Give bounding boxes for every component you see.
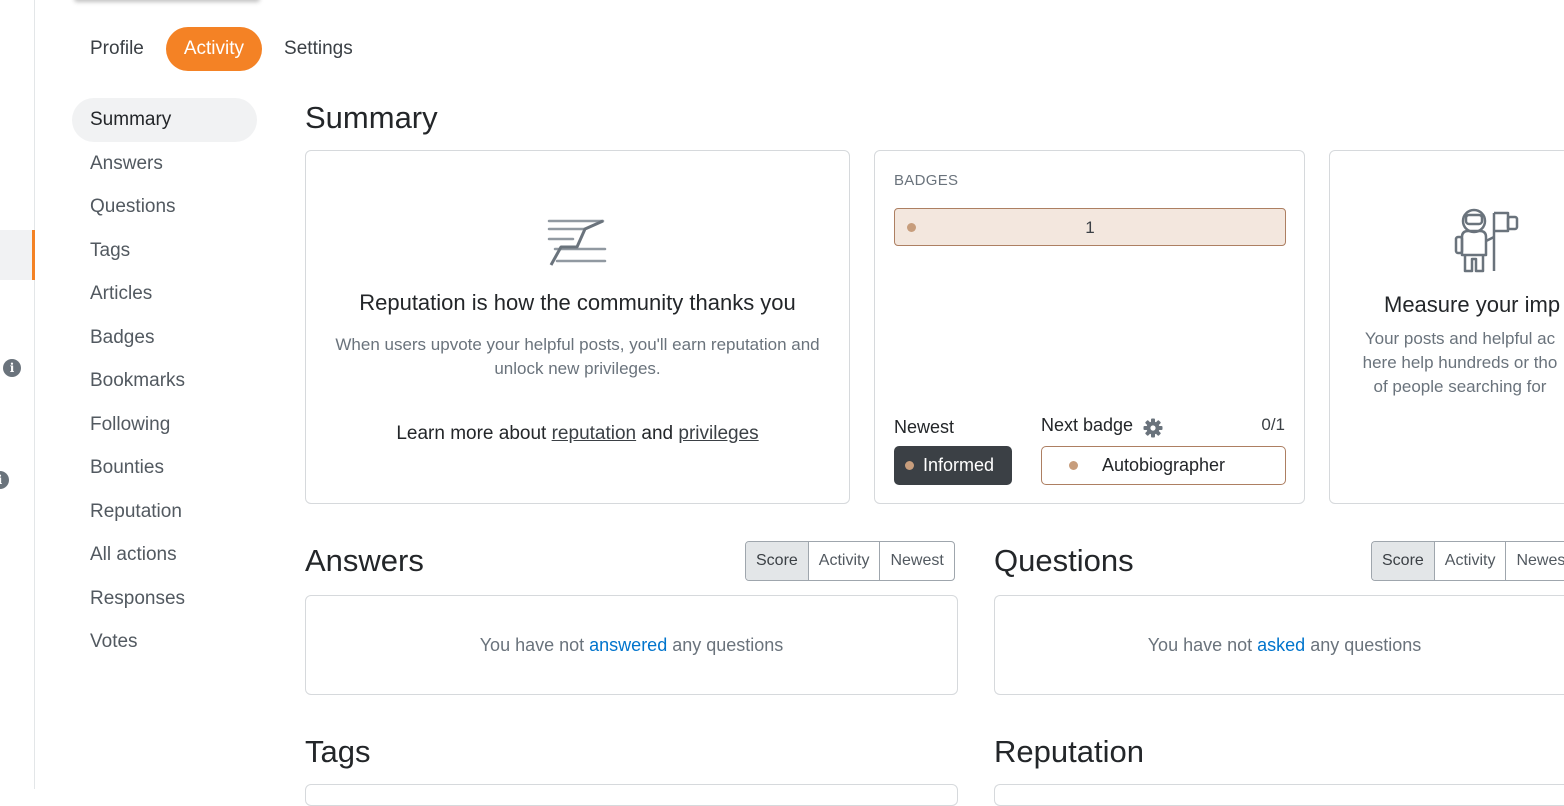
activity-side-nav: Summary Answers Questions Tags Articles … — [72, 98, 257, 664]
reputation-heading: Reputation — [994, 734, 1144, 769]
answers-sort-activity[interactable]: Activity — [807, 542, 880, 580]
next-badge-progress: 0/1 — [1261, 415, 1285, 434]
side-nav-bounties[interactable]: Bounties — [72, 446, 257, 490]
badges-label: BADGES — [894, 172, 959, 189]
side-nav-bookmarks[interactable]: Bookmarks — [72, 359, 257, 403]
next-badge-label: Next badge — [1041, 415, 1134, 435]
reputation-card-bottom — [994, 784, 1564, 806]
side-nav-summary[interactable]: Summary — [72, 98, 257, 142]
tab-activity[interactable]: Activity — [165, 27, 263, 71]
and-text: and — [641, 423, 674, 444]
left-strip-active-item[interactable] — [0, 230, 35, 280]
side-nav-reputation[interactable]: Reputation — [72, 490, 257, 534]
side-nav-tags[interactable]: Tags — [72, 229, 257, 273]
bronze-badge-icon — [905, 461, 914, 470]
impact-desc-line: here help hundreds or tho — [1362, 353, 1558, 372]
empty-prefix: You have not — [479, 635, 585, 655]
side-nav-following[interactable]: Following — [72, 403, 257, 447]
newest-badge-label: Newest — [894, 417, 955, 437]
impact-card-description: Your posts and helpful ac here help hund… — [1330, 327, 1564, 399]
bronze-badge-icon — [1069, 461, 1078, 470]
bronze-badge-count-bar[interactable]: 1 — [894, 208, 1286, 246]
newest-badge-name: Informed — [923, 455, 995, 475]
answers-heading: Answers — [305, 543, 424, 578]
privileges-link[interactable]: privileges — [678, 423, 758, 444]
questions-sort-score[interactable]: Score — [1372, 542, 1434, 580]
side-nav-votes[interactable]: Votes — [72, 620, 257, 664]
answers-sort-group: Score Activity Newest — [745, 541, 955, 581]
side-nav-articles[interactable]: Articles — [72, 272, 257, 316]
side-nav-answers[interactable]: Answers — [72, 142, 257, 186]
profile-tabs: Profile Activity Settings — [72, 27, 371, 71]
bronze-badge-count: 1 — [1085, 218, 1095, 237]
side-nav-responses[interactable]: Responses — [72, 577, 257, 621]
answers-sort-newest[interactable]: Newest — [879, 542, 953, 580]
reputation-learn-more: Learn more about reputation and privileg… — [306, 423, 849, 445]
reputation-card-title: Reputation is how the community thanks y… — [359, 290, 796, 315]
reputation-card: Reputation is how the community thanks y… — [305, 150, 850, 504]
reputation-chart-icon — [547, 215, 607, 272]
tab-settings[interactable]: Settings — [266, 27, 371, 71]
questions-sort-activity[interactable]: Activity — [1433, 542, 1506, 580]
empty-suffix: any questions — [1310, 635, 1422, 655]
empty-suffix: any questions — [672, 635, 784, 655]
impact-desc-line: Your posts and helpful ac — [1364, 329, 1556, 348]
empty-prefix: You have not — [1147, 635, 1253, 655]
next-badge-pill[interactable]: Autobiographer — [1041, 446, 1286, 485]
left-sidebar-strip: i i — [0, 0, 35, 789]
side-nav-questions[interactable]: Questions — [72, 185, 257, 229]
side-nav-badges[interactable]: Badges — [72, 316, 257, 360]
tags-card — [305, 784, 958, 806]
impact-card-title: Measure your imp — [1384, 292, 1561, 317]
tags-heading: Tags — [305, 734, 371, 769]
badges-card: BADGES 1 Newest Next badge 0/1 Informed — [874, 150, 1305, 504]
next-badge-name: Autobiographer — [1101, 455, 1226, 475]
info-icon[interactable]: i — [3, 359, 21, 377]
questions-sort-group: Score Activity Newes — [1371, 541, 1564, 581]
summary-heading: Summary — [305, 100, 438, 135]
asked-link[interactable]: asked — [1257, 635, 1305, 655]
answers-empty-state: You have not answered any questions — [305, 595, 958, 695]
learn-more-text: Learn more about — [396, 423, 547, 444]
side-nav-all-actions[interactable]: All actions — [72, 533, 257, 577]
tab-profile[interactable]: Profile — [72, 27, 162, 71]
gear-icon[interactable] — [1143, 418, 1163, 443]
info-icon[interactable]: i — [0, 471, 9, 489]
impact-card: Measure your imp Your posts and helpful … — [1329, 150, 1564, 504]
questions-empty-state: You have not asked any questions — [994, 595, 1564, 695]
answered-link[interactable]: answered — [589, 635, 667, 655]
questions-heading: Questions — [994, 543, 1134, 578]
reputation-link[interactable]: reputation — [552, 423, 637, 444]
questions-sort-newest[interactable]: Newes — [1505, 542, 1564, 580]
reputation-card-description: When users upvote your helpful posts, yo… — [335, 335, 820, 378]
astronaut-icon — [1454, 207, 1520, 280]
newest-badge-pill[interactable]: Informed — [894, 446, 1012, 485]
answers-sort-score[interactable]: Score — [746, 542, 808, 580]
impact-desc-line: of people searching for — [1373, 377, 1547, 396]
